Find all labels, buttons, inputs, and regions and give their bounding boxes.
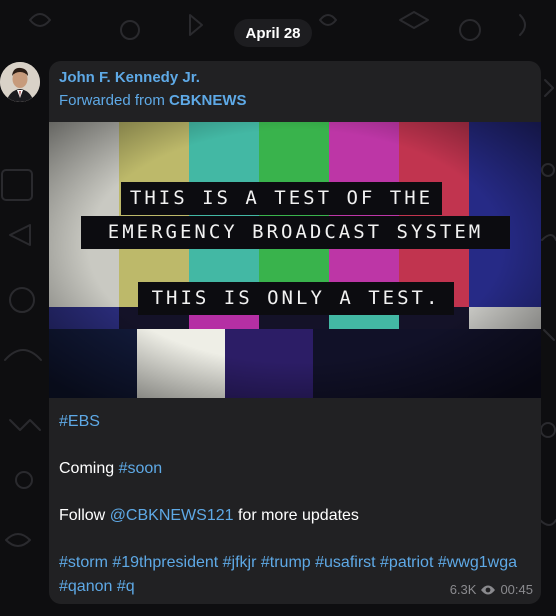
hashtag-link[interactable]: #EBS <box>59 413 100 430</box>
message-time: 00:45 <box>500 582 533 597</box>
avatar-image <box>0 62 40 102</box>
message-meta: 6.3K 00:45 <box>450 582 533 597</box>
sender-avatar[interactable] <box>0 62 40 102</box>
caption-line-1: THIS IS A TEST OF THE <box>121 182 442 215</box>
date-separator: April 28 <box>234 19 312 47</box>
message-text: Follow <box>59 507 110 524</box>
message-line-1: #EBS <box>59 413 100 431</box>
hashtag-link[interactable]: #soon <box>119 460 163 477</box>
caption-line-3: THIS IS ONLY A TEST. <box>138 282 454 315</box>
sender-name[interactable]: John F. Kennedy Jr. <box>59 69 200 86</box>
color-bars-image <box>49 122 541 398</box>
message-text: Coming <box>59 460 119 477</box>
eye-icon <box>481 585 496 594</box>
mention-link[interactable]: @CBKNEWS121 <box>110 507 234 524</box>
forwarded-source[interactable]: CBKNEWS <box>169 92 247 109</box>
message-line-2: Coming #soon <box>59 460 162 478</box>
message-text: for more updates <box>233 507 359 524</box>
forwarded-prefix: Forwarded from <box>59 92 165 109</box>
date-label: April 28 <box>245 24 301 42</box>
message-line-3: Follow @CBKNEWS121 for more updates <box>59 507 359 525</box>
hashtag-line[interactable]: #storm #19thpresident #jfkjr #trump #usa… <box>59 554 517 572</box>
caption-line-2: EMERGENCY BROADCAST SYSTEM <box>81 216 510 249</box>
view-count: 6.3K <box>449 582 477 597</box>
forwarded-from[interactable]: Forwarded from CBKNEWS <box>59 92 247 109</box>
hashtag-line[interactable]: #qanon #q <box>59 578 135 596</box>
video-media[interactable]: THIS IS A TEST OF THE EMERGENCY BROADCAS… <box>49 122 541 398</box>
message-bubble[interactable]: John F. Kennedy Jr. Forwarded from CBKNE… <box>49 61 541 604</box>
